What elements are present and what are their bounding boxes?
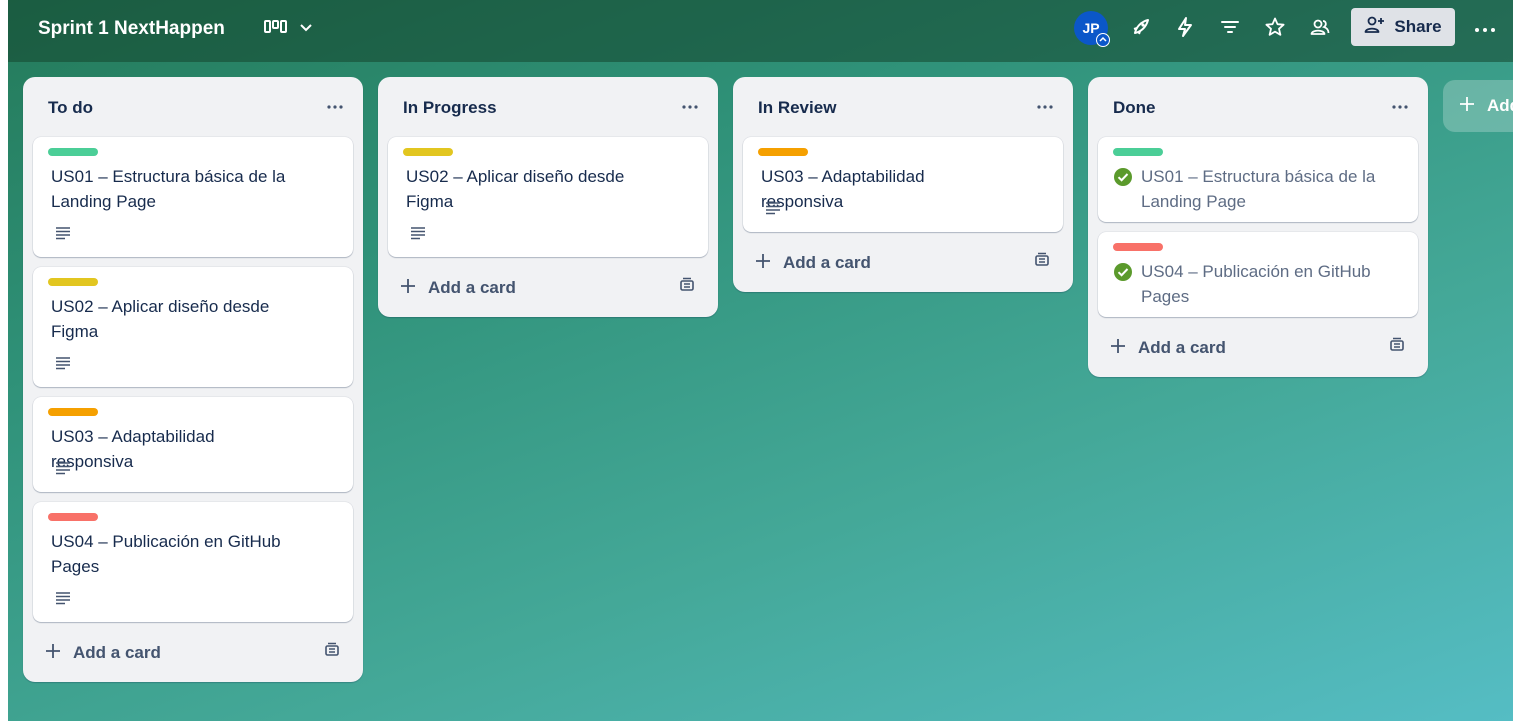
avatar-initials: JP bbox=[1082, 20, 1100, 36]
card-label-red bbox=[48, 513, 98, 521]
plus-icon bbox=[1459, 96, 1475, 117]
list-in-progress: In Progress US02 – Aplicar diseño desde … bbox=[378, 77, 718, 317]
lightning-icon bbox=[1174, 16, 1196, 43]
ellipsis-icon bbox=[682, 96, 698, 114]
automation-button[interactable] bbox=[1168, 13, 1202, 45]
board-menu-button[interactable] bbox=[1468, 13, 1502, 45]
add-list-button[interactable]: Add bbox=[1443, 80, 1513, 132]
card-label-yellow bbox=[48, 278, 98, 286]
card-label-yellow bbox=[403, 148, 453, 156]
template-icon bbox=[1388, 336, 1406, 359]
card-label-orange bbox=[48, 408, 98, 416]
card[interactable]: US02 – Aplicar diseño desde Figma bbox=[388, 137, 708, 257]
list-header: In Review bbox=[733, 77, 1073, 135]
list-header: To do bbox=[23, 77, 363, 135]
ellipsis-icon bbox=[1392, 96, 1408, 114]
ellipsis-icon bbox=[1037, 96, 1053, 114]
description-icon bbox=[55, 356, 71, 370]
filter-icon bbox=[1219, 16, 1241, 43]
card-label-red bbox=[1113, 243, 1163, 251]
admin-badge-icon bbox=[1096, 33, 1110, 47]
chevron-down-icon bbox=[298, 19, 314, 40]
board-header: Sprint 1 NextHappen JP Share bbox=[8, 0, 1513, 62]
list-header: Done bbox=[1088, 77, 1428, 135]
create-from-template-button[interactable] bbox=[319, 639, 345, 665]
share-label: Share bbox=[1394, 17, 1442, 36]
card-label-green bbox=[1113, 148, 1163, 156]
list-title[interactable]: In Review bbox=[758, 98, 836, 118]
card-label-orange bbox=[758, 148, 808, 156]
card-title: US01 – Estructura básica de la Landing P… bbox=[51, 167, 286, 211]
card[interactable]: US03 – Adaptabilidad responsiva bbox=[33, 397, 353, 492]
card[interactable]: US02 – Aplicar diseño desde Figma bbox=[33, 267, 353, 387]
list-in-review: In Review US03 – Adaptabilidad responsiv… bbox=[733, 77, 1073, 292]
add-list-label: Add bbox=[1487, 96, 1513, 115]
add-card-label: Add a card bbox=[428, 278, 516, 297]
plus-icon bbox=[45, 643, 61, 664]
description-icon bbox=[55, 461, 71, 475]
list-menu-button[interactable] bbox=[1031, 93, 1059, 117]
add-card-label: Add a card bbox=[1138, 338, 1226, 357]
board-view-icon bbox=[264, 19, 288, 40]
rocket-icon bbox=[1130, 16, 1152, 43]
description-icon bbox=[55, 591, 71, 605]
add-card-button[interactable]: Add a card bbox=[35, 635, 295, 671]
template-icon bbox=[678, 276, 696, 299]
collaborators-icon bbox=[1309, 16, 1331, 43]
view-switcher[interactable] bbox=[264, 14, 314, 44]
description-icon bbox=[410, 226, 426, 240]
card[interactable]: US01 – Estructura básica de la Landing P… bbox=[1098, 137, 1418, 222]
card-title: US02 – Aplicar diseño desde Figma bbox=[51, 297, 270, 341]
add-card-label: Add a card bbox=[73, 643, 161, 662]
create-from-template-button[interactable] bbox=[1384, 334, 1410, 360]
card[interactable]: US01 – Estructura básica de la Landing P… bbox=[33, 137, 353, 257]
create-from-template-button[interactable] bbox=[674, 274, 700, 300]
filter-button[interactable] bbox=[1213, 13, 1247, 45]
share-button[interactable]: Share bbox=[1351, 8, 1455, 46]
card[interactable]: US03 – Adaptabilidad responsiva bbox=[743, 137, 1063, 232]
power-ups-button[interactable] bbox=[1124, 13, 1158, 45]
ellipsis-icon bbox=[327, 96, 343, 114]
list-done: Done US01 – Estructura básica de la Land… bbox=[1088, 77, 1428, 377]
description-icon bbox=[765, 201, 781, 215]
board-title[interactable]: Sprint 1 NextHappen bbox=[38, 16, 225, 42]
card-title: US02 – Aplicar diseño desde Figma bbox=[406, 167, 625, 211]
list-title[interactable]: Done bbox=[1113, 98, 1156, 118]
card-title: US03 – Adaptabilidad responsiva bbox=[51, 427, 215, 471]
star-board-button[interactable] bbox=[1258, 13, 1292, 45]
card-title: US01 – Estructura básica de la Landing P… bbox=[1141, 167, 1376, 211]
add-card-button[interactable]: Add a card bbox=[745, 245, 1005, 281]
list-title[interactable]: To do bbox=[48, 98, 93, 118]
complete-check-icon[interactable] bbox=[1113, 167, 1133, 187]
plus-icon bbox=[755, 253, 771, 274]
star-icon bbox=[1264, 16, 1286, 43]
member-avatar[interactable]: JP bbox=[1074, 11, 1110, 47]
card-label-green bbox=[48, 148, 98, 156]
template-icon bbox=[323, 641, 341, 664]
add-person-icon bbox=[1364, 15, 1386, 40]
plus-icon bbox=[400, 278, 416, 299]
list-menu-button[interactable] bbox=[1386, 93, 1414, 117]
list-to-do: To do US01 – Estructura básica de la Lan… bbox=[23, 77, 363, 682]
card-title: US03 – Adaptabilidad responsiva bbox=[761, 167, 925, 211]
description-icon bbox=[55, 226, 71, 240]
card-title: US04 – Publicación en GitHub Pages bbox=[51, 532, 281, 576]
card[interactable]: US04 – Publicación en GitHub Pages bbox=[33, 502, 353, 622]
ellipsis-icon bbox=[1474, 20, 1496, 38]
list-title[interactable]: In Progress bbox=[403, 98, 497, 118]
list-menu-button[interactable] bbox=[676, 93, 704, 117]
create-from-template-button[interactable] bbox=[1029, 249, 1055, 275]
card-title: US04 – Publicación en GitHub Pages bbox=[1141, 262, 1371, 306]
add-card-button[interactable]: Add a card bbox=[1100, 330, 1360, 366]
list-menu-button[interactable] bbox=[321, 93, 349, 117]
template-icon bbox=[1033, 251, 1051, 274]
board-canvas: Sprint 1 NextHappen JP Share To do US01 … bbox=[8, 0, 1513, 721]
visibility-button[interactable] bbox=[1303, 13, 1337, 45]
list-header: In Progress bbox=[378, 77, 718, 135]
add-card-label: Add a card bbox=[783, 253, 871, 272]
add-card-button[interactable]: Add a card bbox=[390, 270, 650, 306]
plus-icon bbox=[1110, 338, 1126, 359]
card[interactable]: US04 – Publicación en GitHub Pages bbox=[1098, 232, 1418, 317]
complete-check-icon[interactable] bbox=[1113, 262, 1133, 282]
